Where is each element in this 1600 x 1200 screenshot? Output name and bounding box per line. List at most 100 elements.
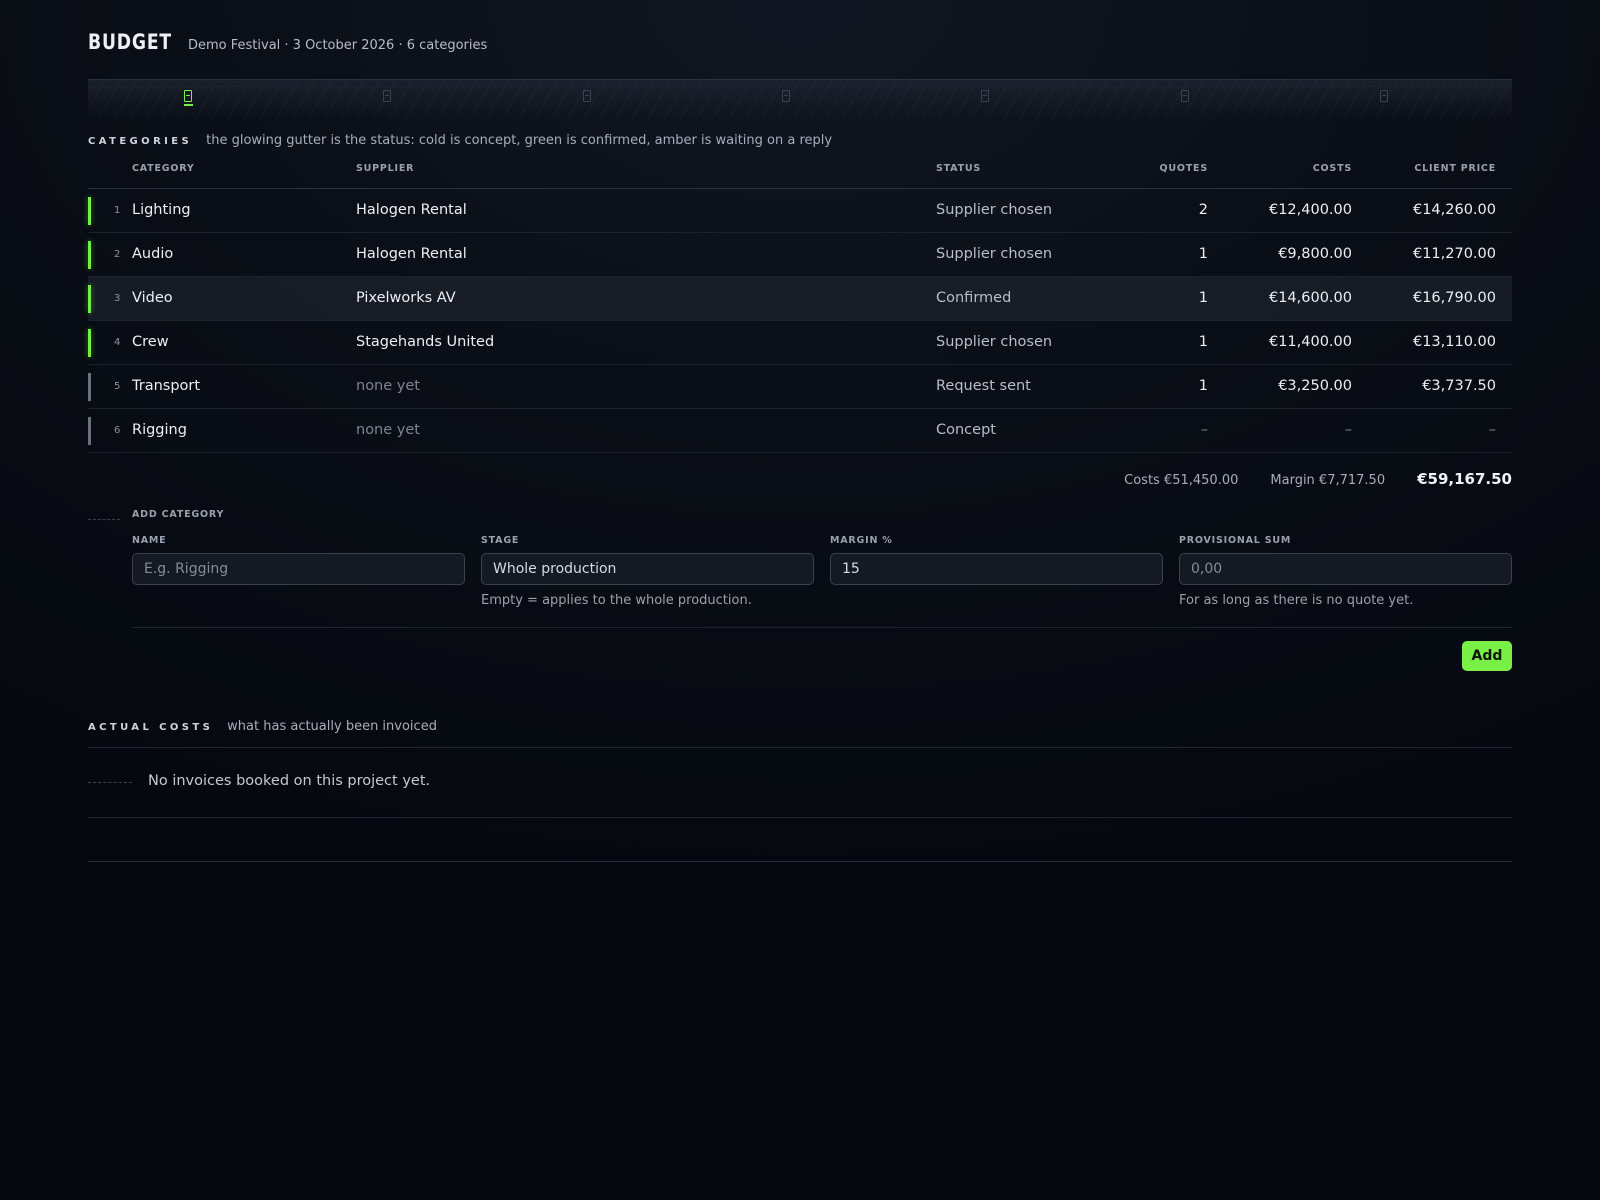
table-row[interactable]: 1 Lighting Halogen Rental Supplier chose… <box>88 189 1512 233</box>
client-price-value: €16,790.00 <box>1412 290 1496 306</box>
client-price-value: €3,737.50 <box>1422 378 1496 394</box>
categories-section-header: CATEGORIES the glowing gutter is the sta… <box>88 133 832 148</box>
stage-marker-7[interactable] <box>1380 90 1388 102</box>
supplier-name: none yet <box>356 422 420 438</box>
row-number: 6 <box>114 425 121 436</box>
status-text: Supplier chosen <box>936 334 1053 350</box>
costs-value: €14,600.00 <box>1268 290 1352 306</box>
provisional-sum-hint: For as long as there is no quote yet. <box>1179 593 1414 608</box>
costs-value: – <box>1344 422 1352 438</box>
status-text: Concept <box>936 422 996 438</box>
supplier-name: Stagehands United <box>356 334 495 350</box>
rail-line <box>88 86 1512 87</box>
table-row[interactable]: 3 Video Pixelworks AV Confirmed 1 €14,60… <box>88 277 1512 321</box>
col-status[interactable]: STATUS <box>936 163 981 174</box>
page-title: BUDGET <box>88 30 172 54</box>
supplier-name: Halogen Rental <box>356 202 467 218</box>
stage-rail <box>88 79 1512 119</box>
row-number: 4 <box>114 337 121 348</box>
costs-value: €9,800.00 <box>1278 246 1352 262</box>
supplier-name: Halogen Rental <box>356 246 467 262</box>
empty-state-dash <box>88 782 132 783</box>
client-price-value: €13,110.00 <box>1412 334 1496 350</box>
form-separator <box>132 627 1512 628</box>
page-footer-divider <box>88 861 1512 862</box>
grand-total: €59,167.50 <box>1417 470 1512 488</box>
category-name[interactable]: Transport <box>132 378 200 394</box>
stage-marker-3[interactable] <box>583 90 591 102</box>
category-name[interactable]: Audio <box>132 246 173 262</box>
category-name[interactable]: Lighting <box>132 202 191 218</box>
costs-value: €3,250.00 <box>1278 378 1352 394</box>
row-number: 3 <box>114 293 121 304</box>
quotes-count: 1 <box>1198 334 1208 350</box>
total-costs: Costs €51,450.00 <box>1124 473 1239 488</box>
col-client-price[interactable]: CLIENT PRICE <box>1414 163 1496 174</box>
stage-label: STAGE <box>481 535 520 546</box>
table-row[interactable]: 6 Rigging none yet Concept – – – <box>88 409 1512 453</box>
client-price-value: €14,260.00 <box>1412 202 1496 218</box>
supplier-name: Pixelworks AV <box>356 290 456 306</box>
table-header: CATEGORY SUPPLIER STATUS QUOTES COSTS CL… <box>88 160 1512 189</box>
status-gutter <box>88 329 91 357</box>
margin-label: MARGIN % <box>830 535 893 546</box>
row-number: 5 <box>114 381 121 392</box>
table-row[interactable]: 5 Transport none yet Request sent 1 €3,2… <box>88 365 1512 409</box>
name-label: NAME <box>132 535 167 546</box>
costs-value: €11,400.00 <box>1268 334 1352 350</box>
category-name[interactable]: Crew <box>132 334 169 350</box>
page-subtitle: Demo Festival · 3 October 2026 · 6 categ… <box>188 38 488 53</box>
actual-costs-divider-top <box>88 747 1512 748</box>
status-gutter <box>88 373 91 401</box>
col-costs[interactable]: COSTS <box>1313 163 1352 174</box>
category-name[interactable]: Video <box>132 290 173 306</box>
client-price-value: €11,270.00 <box>1412 246 1496 262</box>
stage-hint: Empty = applies to the whole production. <box>481 593 752 608</box>
categories-note: the glowing gutter is the status: cold i… <box>206 133 833 148</box>
status-gutter <box>88 285 91 313</box>
client-price-value: – <box>1488 422 1496 438</box>
quotes-count: 1 <box>1198 246 1208 262</box>
costs-value: €12,400.00 <box>1268 202 1352 218</box>
col-category[interactable]: CATEGORY <box>132 163 195 174</box>
table-row[interactable]: 4 Crew Stagehands United Supplier chosen… <box>88 321 1512 365</box>
categories-label: CATEGORIES <box>88 136 193 147</box>
add-category-label: ADD CATEGORY <box>132 509 225 520</box>
status-text: Confirmed <box>936 290 1012 306</box>
quotes-count: – <box>1200 422 1208 438</box>
stage-marker-4[interactable] <box>782 90 790 102</box>
add-category-button[interactable]: Add <box>1462 641 1512 671</box>
quotes-count: 1 <box>1198 290 1208 306</box>
status-text: Request sent <box>936 378 1031 394</box>
status-text: Supplier chosen <box>936 202 1053 218</box>
quotes-count: 2 <box>1198 202 1208 218</box>
row-number: 2 <box>114 249 121 260</box>
empty-state-text: No invoices booked on this project yet. <box>148 773 431 789</box>
status-gutter <box>88 241 91 269</box>
actual-costs-label: ACTUAL COSTS <box>88 722 214 733</box>
stage-marker-5[interactable] <box>981 90 989 102</box>
add-category-divider <box>88 519 120 520</box>
supplier-name: none yet <box>356 378 420 394</box>
col-quotes[interactable]: QUOTES <box>1160 163 1208 174</box>
provisional-sum-input[interactable]: 0,00 <box>1179 553 1512 585</box>
category-name[interactable]: Rigging <box>132 422 187 438</box>
actual-costs-note: what has actually been invoiced <box>227 719 437 734</box>
stage-marker-6[interactable] <box>1181 90 1189 102</box>
stage-marker-active-indicator <box>184 104 193 106</box>
row-number: 1 <box>114 205 121 216</box>
table-row[interactable]: 2 Audio Halogen Rental Supplier chosen 1… <box>88 233 1512 277</box>
stage-select[interactable]: Whole production <box>481 553 814 585</box>
name-input[interactable]: E.g. Rigging <box>132 553 465 585</box>
stage-marker-2[interactable] <box>383 90 391 102</box>
margin-input[interactable]: 15 <box>830 553 1163 585</box>
quotes-count: 1 <box>1198 378 1208 394</box>
status-text: Supplier chosen <box>936 246 1053 262</box>
total-margin: Margin €7,717.50 <box>1270 473 1386 488</box>
actual-costs-section-header: ACTUAL COSTS what has actually been invo… <box>88 719 437 734</box>
provisional-sum-label: PROVISIONAL SUM <box>1179 535 1292 546</box>
stage-marker-1[interactable] <box>184 90 192 102</box>
status-gutter <box>88 197 91 225</box>
totals-bar: Costs €51,450.00 Margin €7,717.50 €59,16… <box>1124 470 1512 488</box>
col-supplier[interactable]: SUPPLIER <box>356 163 414 174</box>
